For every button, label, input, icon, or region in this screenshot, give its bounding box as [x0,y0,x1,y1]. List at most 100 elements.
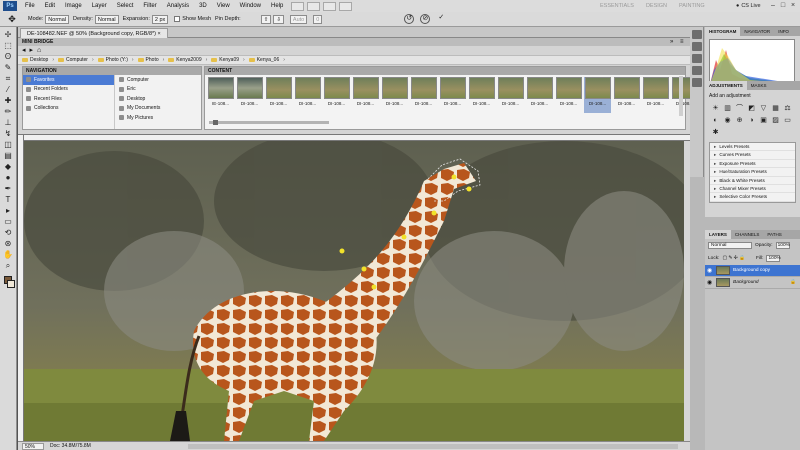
menu-image[interactable]: Image [60,3,87,9]
expansion-input[interactable]: 2 px [151,14,169,24]
gradient-tool-icon[interactable]: ▤ [2,151,14,161]
crop-tool-icon[interactable]: ⌗ [2,74,14,84]
preset-item[interactable]: ▸ Exposure Presets [710,160,795,169]
tab-navigator[interactable]: NAVIGATOR [740,27,774,36]
clone-source-panel-icon[interactable] [692,66,702,75]
eye-icon[interactable]: ◉ [707,280,713,286]
character-panel-icon[interactable] [692,78,702,87]
pin-depth-front-button[interactable]: ⇧ [260,14,272,24]
thumbnail-size-slider[interactable] [209,120,329,125]
thumbnail[interactable]: IE-108... [207,77,234,113]
thumbnail[interactable]: DI-108... [410,77,437,113]
menu-view[interactable]: View [212,3,235,9]
eye-icon[interactable]: ◉ [707,268,713,274]
preset-item[interactable]: ▸ Levels Presets [710,143,795,152]
remove-pins-button[interactable]: ↺ [404,14,415,24]
thumbnail[interactable]: DI-108... [642,77,669,113]
selective-color-icon[interactable]: ✱ [711,128,720,137]
mini-bridge-button[interactable] [307,1,321,11]
lasso-tool-icon[interactable]: ʘ [2,52,14,62]
thumbnail[interactable]: DI-108... [323,77,350,113]
thumbnail[interactable]: DI-108... [555,77,582,113]
nav-item-recent-folders[interactable]: Recent Folders [23,85,114,95]
preset-item[interactable]: ▸ Black & White Presets [710,177,795,185]
brushes-panel-icon[interactable] [692,54,702,63]
thumbnail[interactable]: DI-108... [294,77,321,113]
gradient-map-icon[interactable]: ▭ [783,116,792,125]
home-icon[interactable]: ⌂ [37,46,41,55]
3d-rotate-tool-icon[interactable]: ⟲ [2,228,14,238]
threshold-icon[interactable]: ▨ [771,116,780,125]
document-tab[interactable]: DE-108482.NEF @ 50% (Background copy, RG… [20,28,168,38]
actions-panel-icon[interactable] [692,42,702,51]
preset-item[interactable]: ▸ Selective Color Presets [710,193,795,202]
nav-item-recent-files[interactable]: Recent Files [23,94,114,104]
history-brush-tool-icon[interactable]: ↯ [2,129,14,139]
path-crumb[interactable]: Photo › [137,57,164,63]
black-white-icon[interactable]: ◐ [711,116,720,125]
layer-row-background[interactable]: ◉ Background 🔒 [705,277,800,289]
opacity-input[interactable]: 100% [775,242,790,249]
menu-filter[interactable]: Filter [138,3,161,9]
content-scrollbar[interactable] [679,76,683,116]
nav-item-favorites[interactable]: Favorites [23,75,114,85]
mode-select[interactable]: Normal [45,14,70,24]
show-mesh-checkbox[interactable] [174,16,181,22]
curves-icon[interactable]: ⌒ [735,104,744,113]
dodge-tool-icon[interactable]: ● [2,173,14,183]
nav-item-desktop[interactable]: Desktop [116,94,202,104]
workspace-essentials[interactable]: ESSENTIALS [600,3,634,9]
menu-3d[interactable]: 3D [194,3,212,9]
marquee-tool-icon[interactable]: ⬚ [2,41,14,51]
path-select-tool-icon[interactable]: ▸ [2,206,14,216]
shape-tool-icon[interactable]: ▭ [2,217,14,227]
tab-adjustments[interactable]: ADJUSTMENTS [705,81,747,90]
menu-select[interactable]: Select [112,3,139,9]
menu-window[interactable]: Window [235,3,266,9]
tab-info[interactable]: INFO [774,27,793,36]
thumbnail[interactable]: DI-108... [613,77,640,113]
thumbnail[interactable]: DI-108... [236,77,263,113]
panel-menu-icon[interactable]: ≡ [680,38,684,46]
preset-item[interactable]: ▸ Curves Presets [710,151,795,160]
thumbnail[interactable]: DI-108... [468,77,495,113]
eyedropper-tool-icon[interactable]: ⁄ [2,85,14,95]
path-crumb[interactable]: Photo (Y:) › [97,57,134,63]
preset-item[interactable]: ▸ Channel Mixer Presets [710,185,795,194]
zoom-level-input[interactable]: 50% [22,442,44,450]
canvas-horizontal-scrollbar[interactable] [188,444,678,449]
thumbnail-selected[interactable]: DI-108... [584,77,611,113]
hue-saturation-icon[interactable]: ▦ [771,104,780,113]
type-tool-icon[interactable]: T [2,195,14,205]
tab-channels[interactable]: CHANNELS [731,230,764,239]
background-color-swatch[interactable] [6,280,15,288]
workspace-painting[interactable]: PAINTING [679,3,705,9]
blur-tool-icon[interactable]: ◆ [2,162,14,172]
thumbnail[interactable]: DI-108... [265,77,292,113]
back-arrow-icon[interactable]: ◂ [22,46,26,55]
thumbnail[interactable]: DI-108... [439,77,466,113]
vibrance-icon[interactable]: ▽ [759,104,768,113]
color-balance-icon[interactable]: ⚖ [783,104,792,113]
tab-paths[interactable]: PATHS [763,230,785,239]
close-icon[interactable]: × [788,1,798,10]
lock-icons[interactable]: ▢ ✎ ✢ 🔒 [722,256,745,261]
channel-mixer-icon[interactable]: ⊕ [735,116,744,125]
tab-histogram[interactable]: HISTOGRAM [705,27,741,36]
nav-item-eric[interactable]: Eric [116,85,202,95]
thumbnail[interactable]: DI-108... [526,77,553,113]
fill-input[interactable]: 100% [766,255,781,262]
pin-depth-back-button[interactable]: ⇩ [273,14,284,24]
menu-edit[interactable]: Edit [40,3,60,9]
menu-help[interactable]: Help [266,3,288,9]
forward-arrow-icon[interactable]: ▸ [30,46,34,55]
workspace-design[interactable]: DESIGN [646,3,667,9]
minimize-icon[interactable]: – [768,1,778,10]
document-size-info[interactable]: Doc: 34.8M/75.8M [50,443,91,449]
zoom-level-select[interactable] [323,1,337,11]
thumbnail[interactable]: DI-108... [381,77,408,113]
thumbnail[interactable]: DI-108... [497,77,524,113]
nav-item-my-pictures[interactable]: My Pictures [116,113,202,123]
zoom-tool-icon[interactable]: ⌕ [2,261,14,271]
hand-tool-icon[interactable]: ✋ [2,250,14,260]
